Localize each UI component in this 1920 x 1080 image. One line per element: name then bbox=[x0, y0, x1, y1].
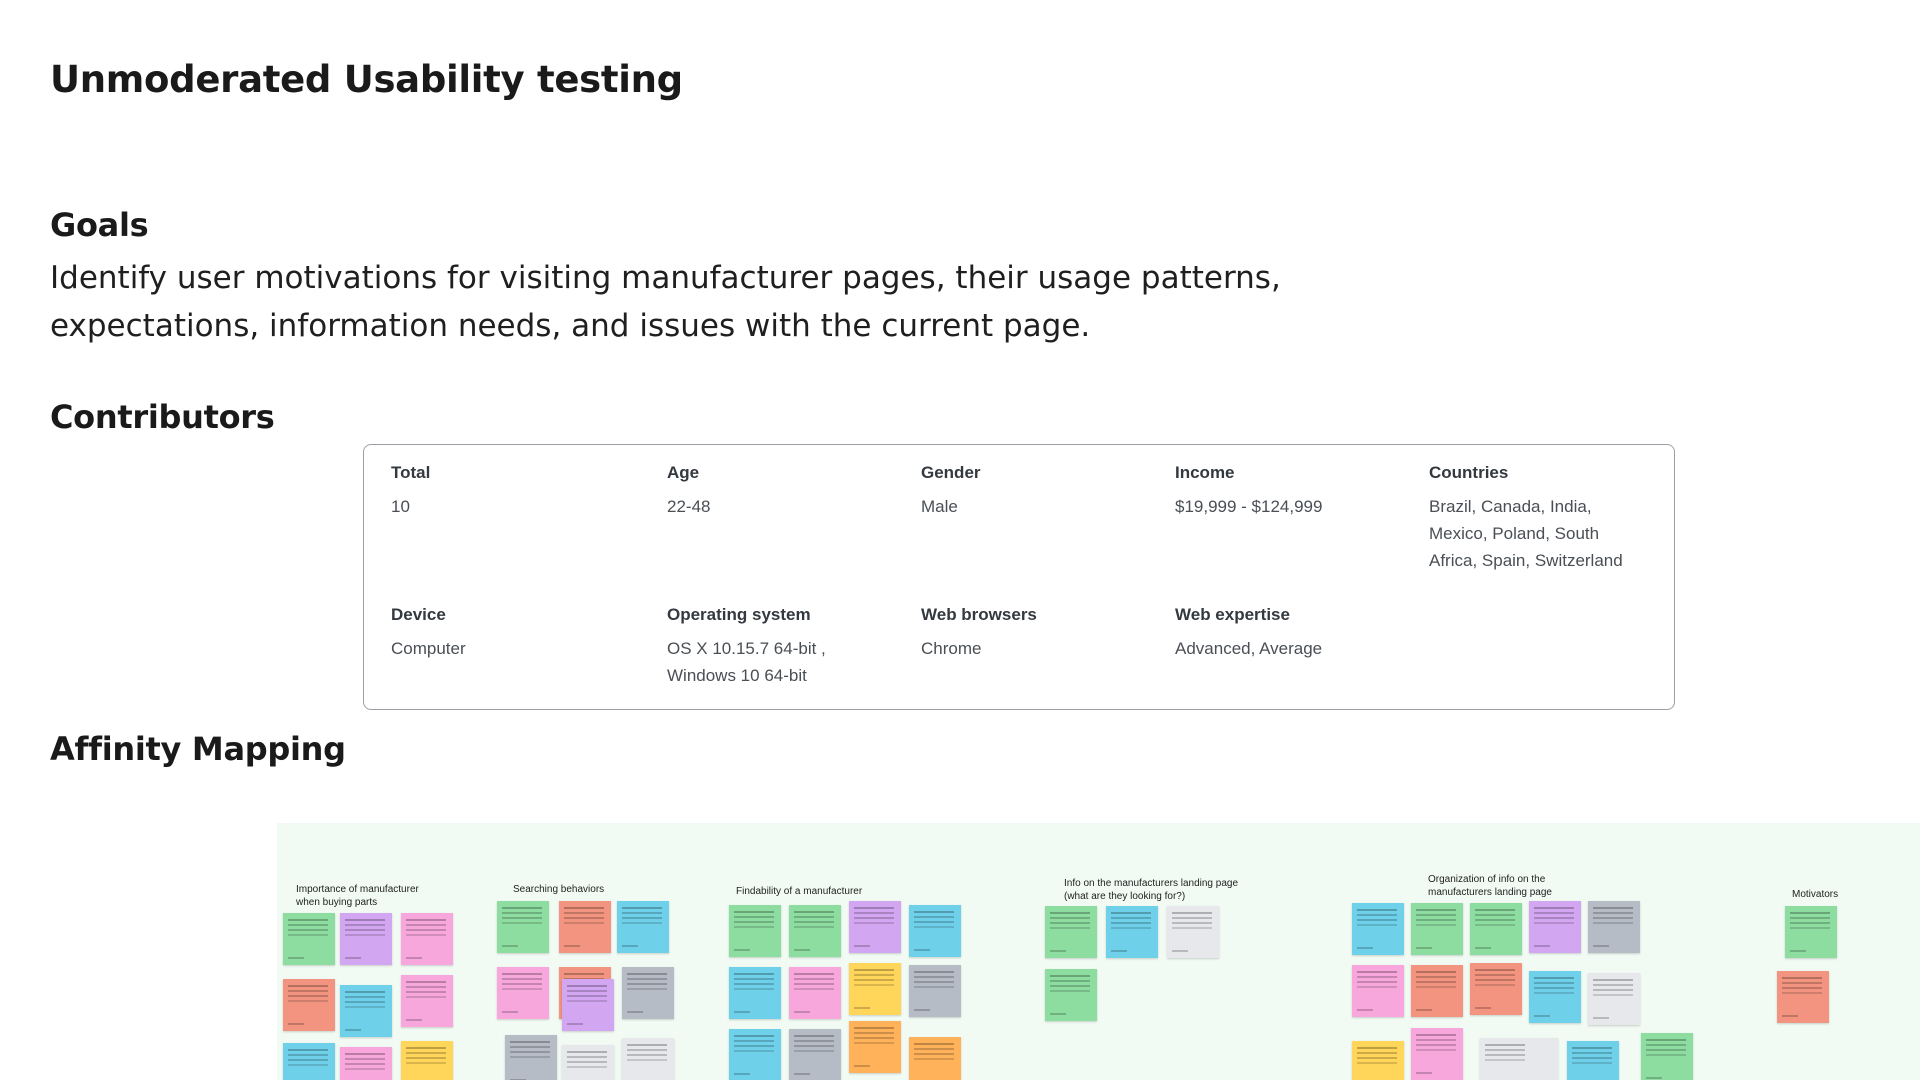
sticky-note[interactable] bbox=[622, 967, 674, 1019]
field-label: Web browsers bbox=[921, 605, 1037, 624]
sticky-note[interactable] bbox=[1106, 906, 1158, 958]
sticky-note[interactable] bbox=[1567, 1041, 1619, 1080]
sticky-note[interactable] bbox=[1529, 971, 1581, 1023]
sticky-note[interactable] bbox=[1352, 965, 1404, 1017]
field-label: Device bbox=[391, 605, 446, 624]
field-value: Male bbox=[921, 497, 958, 516]
cluster-title-info: Info on the manufacturers landing page (… bbox=[1064, 878, 1239, 902]
sticky-note[interactable] bbox=[401, 975, 453, 1027]
sticky-note[interactable] bbox=[497, 967, 549, 1019]
sticky-note[interactable] bbox=[1352, 1041, 1404, 1080]
field-label: Age bbox=[667, 463, 700, 482]
contributor-field-os: Operating system OS X 10.15.7 64-bit , W… bbox=[667, 605, 847, 689]
field-value: Computer bbox=[391, 639, 466, 658]
cluster-title-findability: Findability of a manufacturer bbox=[736, 886, 863, 897]
sticky-note[interactable] bbox=[505, 1035, 557, 1080]
sticky-note[interactable] bbox=[729, 905, 781, 957]
sticky-note[interactable] bbox=[340, 1047, 392, 1080]
cluster-title-organization: Organization of info on the manufacturer… bbox=[1428, 874, 1552, 898]
sticky-note[interactable] bbox=[789, 905, 841, 957]
field-label: Countries bbox=[1429, 463, 1509, 482]
field-value: 22-48 bbox=[667, 497, 711, 516]
sticky-note[interactable] bbox=[1045, 906, 1097, 958]
sticky-note[interactable] bbox=[789, 967, 841, 1019]
goals-heading: Goals bbox=[50, 206, 149, 244]
sticky-note[interactable] bbox=[340, 913, 392, 965]
goals-text: Identify user motivations for visiting m… bbox=[50, 260, 1281, 344]
contributor-field-gender: Gender Male bbox=[921, 463, 1151, 520]
field-value: Brazil, Canada, India, Mexico, Poland, S… bbox=[1429, 497, 1623, 570]
sticky-note[interactable] bbox=[562, 1045, 614, 1080]
sticky-note[interactable] bbox=[1411, 965, 1463, 1017]
sticky-note[interactable] bbox=[1352, 903, 1404, 955]
sticky-note[interactable] bbox=[1480, 1038, 1558, 1080]
sticky-note[interactable] bbox=[1785, 906, 1837, 958]
sticky-note[interactable] bbox=[849, 901, 901, 953]
sticky-note[interactable] bbox=[401, 1041, 453, 1080]
sticky-note[interactable] bbox=[729, 967, 781, 1019]
field-value: Advanced, Average bbox=[1175, 639, 1323, 658]
sticky-note[interactable] bbox=[1470, 963, 1522, 1015]
cluster-title-importance: Importance of manufacturer when buying p… bbox=[296, 884, 419, 908]
contributor-field-countries: Countries Brazil, Canada, India, Mexico,… bbox=[1429, 463, 1649, 574]
field-label: Operating system bbox=[667, 605, 811, 624]
field-value: Chrome bbox=[921, 639, 982, 658]
contributors-card: Total 10 Age 22-48 Gender Male Income $1… bbox=[363, 444, 1675, 710]
contributors-heading: Contributors bbox=[50, 398, 275, 436]
sticky-note[interactable] bbox=[497, 901, 549, 953]
sticky-note[interactable] bbox=[401, 913, 453, 965]
sticky-note[interactable] bbox=[1045, 969, 1097, 1021]
sticky-note[interactable] bbox=[909, 965, 961, 1017]
cluster-title-motivators: Motivators bbox=[1792, 889, 1839, 900]
sticky-note[interactable] bbox=[909, 905, 961, 957]
field-label: Income bbox=[1175, 463, 1235, 482]
sticky-note[interactable] bbox=[340, 985, 392, 1037]
sticky-note[interactable] bbox=[283, 979, 335, 1031]
sticky-note[interactable] bbox=[1588, 973, 1640, 1025]
field-label: Gender bbox=[921, 463, 981, 482]
sticky-note[interactable] bbox=[1777, 971, 1829, 1023]
sticky-note[interactable] bbox=[1529, 901, 1581, 953]
field-label: Web expertise bbox=[1175, 605, 1290, 624]
contributor-field-total: Total 10 bbox=[391, 463, 621, 520]
sticky-note[interactable] bbox=[562, 979, 614, 1031]
sticky-note[interactable] bbox=[1470, 903, 1522, 955]
sticky-note[interactable] bbox=[1588, 901, 1640, 953]
sticky-note[interactable] bbox=[789, 1029, 841, 1080]
sticky-note[interactable] bbox=[1411, 903, 1463, 955]
sticky-note[interactable] bbox=[559, 901, 611, 953]
field-label: Total bbox=[391, 463, 431, 482]
sticky-note[interactable] bbox=[1167, 906, 1219, 958]
page-title: Unmoderated Usability testing bbox=[50, 58, 683, 101]
field-value: 10 bbox=[391, 497, 410, 516]
contributor-field-browsers: Web browsers Chrome bbox=[921, 605, 1151, 662]
contributor-field-income: Income $19,999 - $124,999 bbox=[1175, 463, 1405, 520]
field-value: OS X 10.15.7 64-bit , Windows 10 64-bit bbox=[667, 639, 826, 685]
sticky-note[interactable] bbox=[617, 901, 669, 953]
cluster-title-searching: Searching behaviors bbox=[513, 884, 605, 895]
affinity-board[interactable]: Importance of manufacturer when buying p… bbox=[277, 823, 1920, 1080]
sticky-note[interactable] bbox=[622, 1038, 674, 1080]
contributor-field-age: Age 22-48 bbox=[667, 463, 897, 520]
affinity-heading: Affinity Mapping bbox=[50, 730, 346, 768]
sticky-note[interactable] bbox=[283, 1043, 335, 1080]
contributor-field-web-expertise: Web expertise Advanced, Average bbox=[1175, 605, 1405, 662]
sticky-note[interactable] bbox=[729, 1029, 781, 1080]
sticky-note[interactable] bbox=[283, 913, 335, 965]
field-value: $19,999 - $124,999 bbox=[1175, 497, 1323, 516]
sticky-note[interactable] bbox=[849, 1021, 901, 1073]
sticky-note[interactable] bbox=[1641, 1033, 1693, 1080]
sticky-note[interactable] bbox=[1411, 1028, 1463, 1080]
contributor-field-device: Device Computer bbox=[391, 605, 621, 662]
sticky-note[interactable] bbox=[849, 963, 901, 1015]
sticky-note[interactable] bbox=[909, 1037, 961, 1080]
